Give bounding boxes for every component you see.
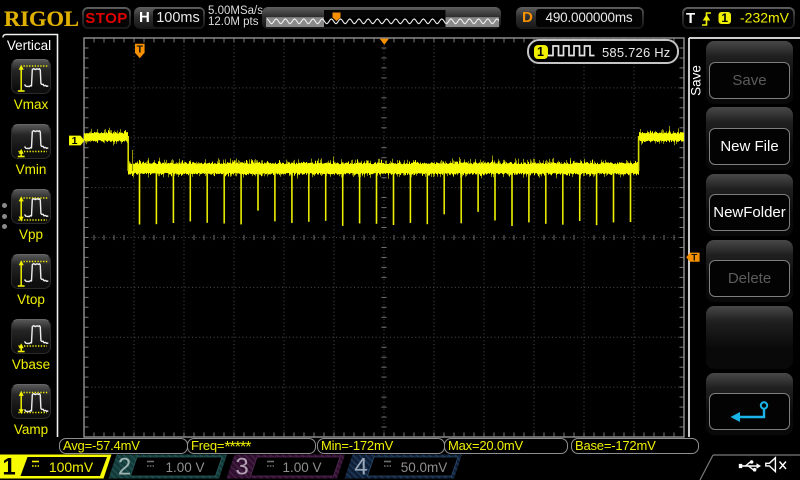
svg-text:T: T <box>691 253 697 264</box>
